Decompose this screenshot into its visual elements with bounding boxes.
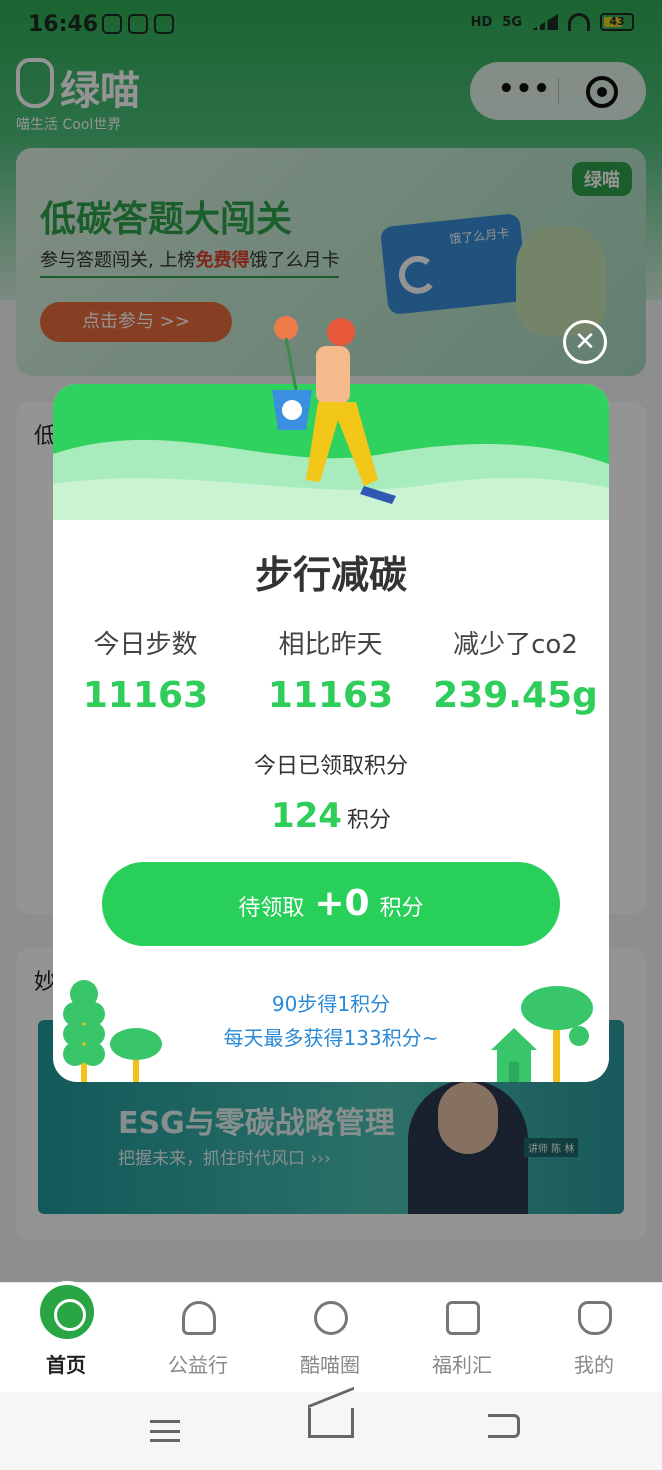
tab-home[interactable]: 首页 xyxy=(0,1281,132,1393)
close-icon[interactable]: ✕ xyxy=(563,320,607,364)
claim-points-button[interactable]: 待领取 +0 积分 xyxy=(102,862,560,946)
heart-icon xyxy=(182,1301,216,1335)
points-claimed-value: 124 xyxy=(270,796,342,836)
points-unit: 积分 xyxy=(347,808,392,833)
bottom-tabbar: 首页 公益行 酷喵圈 福利汇 我的 xyxy=(0,1281,662,1393)
stat-label: 减少了co2 xyxy=(453,630,578,660)
walking-person-illustration xyxy=(272,316,396,504)
stat-value: 11163 xyxy=(267,675,394,716)
shop-icon xyxy=(446,1301,480,1335)
tab-community[interactable]: 酷喵圈 xyxy=(264,1283,396,1393)
tree-illustration xyxy=(63,980,162,1082)
points-claimed: 124 积分 xyxy=(53,796,609,836)
tab-charity[interactable]: 公益行 xyxy=(132,1283,264,1393)
recent-apps-icon[interactable] xyxy=(150,1420,180,1442)
points-claimed-label: 今日已领取积分 xyxy=(253,754,408,779)
tab-label: 首页 xyxy=(46,1353,86,1377)
tab-label: 公益行 xyxy=(168,1353,228,1377)
system-navigation-bar xyxy=(0,1392,662,1470)
stat-value: 11163 xyxy=(82,675,209,716)
tab-label: 酷喵圈 xyxy=(300,1353,360,1377)
stat-value: 239.45g xyxy=(433,675,598,716)
stat-label: 今日步数 xyxy=(93,630,198,660)
stat-vs-yesterday: 相比昨天 11163 xyxy=(238,624,423,716)
tab-benefits[interactable]: 福利汇 xyxy=(396,1283,528,1393)
tab-profile[interactable]: 我的 xyxy=(528,1283,660,1393)
smile-icon xyxy=(578,1301,612,1335)
cat-face-icon xyxy=(314,1301,348,1335)
tree-house-illustration xyxy=(491,986,593,1082)
home-icon[interactable] xyxy=(308,1408,354,1438)
stat-label: 相比昨天 xyxy=(278,630,383,660)
tab-label: 福利汇 xyxy=(432,1353,492,1377)
tab-label: 我的 xyxy=(574,1353,614,1377)
stat-co2-reduced: 减少了co2 239.45g xyxy=(423,624,608,716)
home-cat-icon xyxy=(36,1281,98,1343)
back-icon[interactable] xyxy=(488,1414,520,1438)
modal-title: 步行减碳 xyxy=(254,553,407,597)
stat-today-steps: 今日步数 11163 xyxy=(53,624,238,716)
